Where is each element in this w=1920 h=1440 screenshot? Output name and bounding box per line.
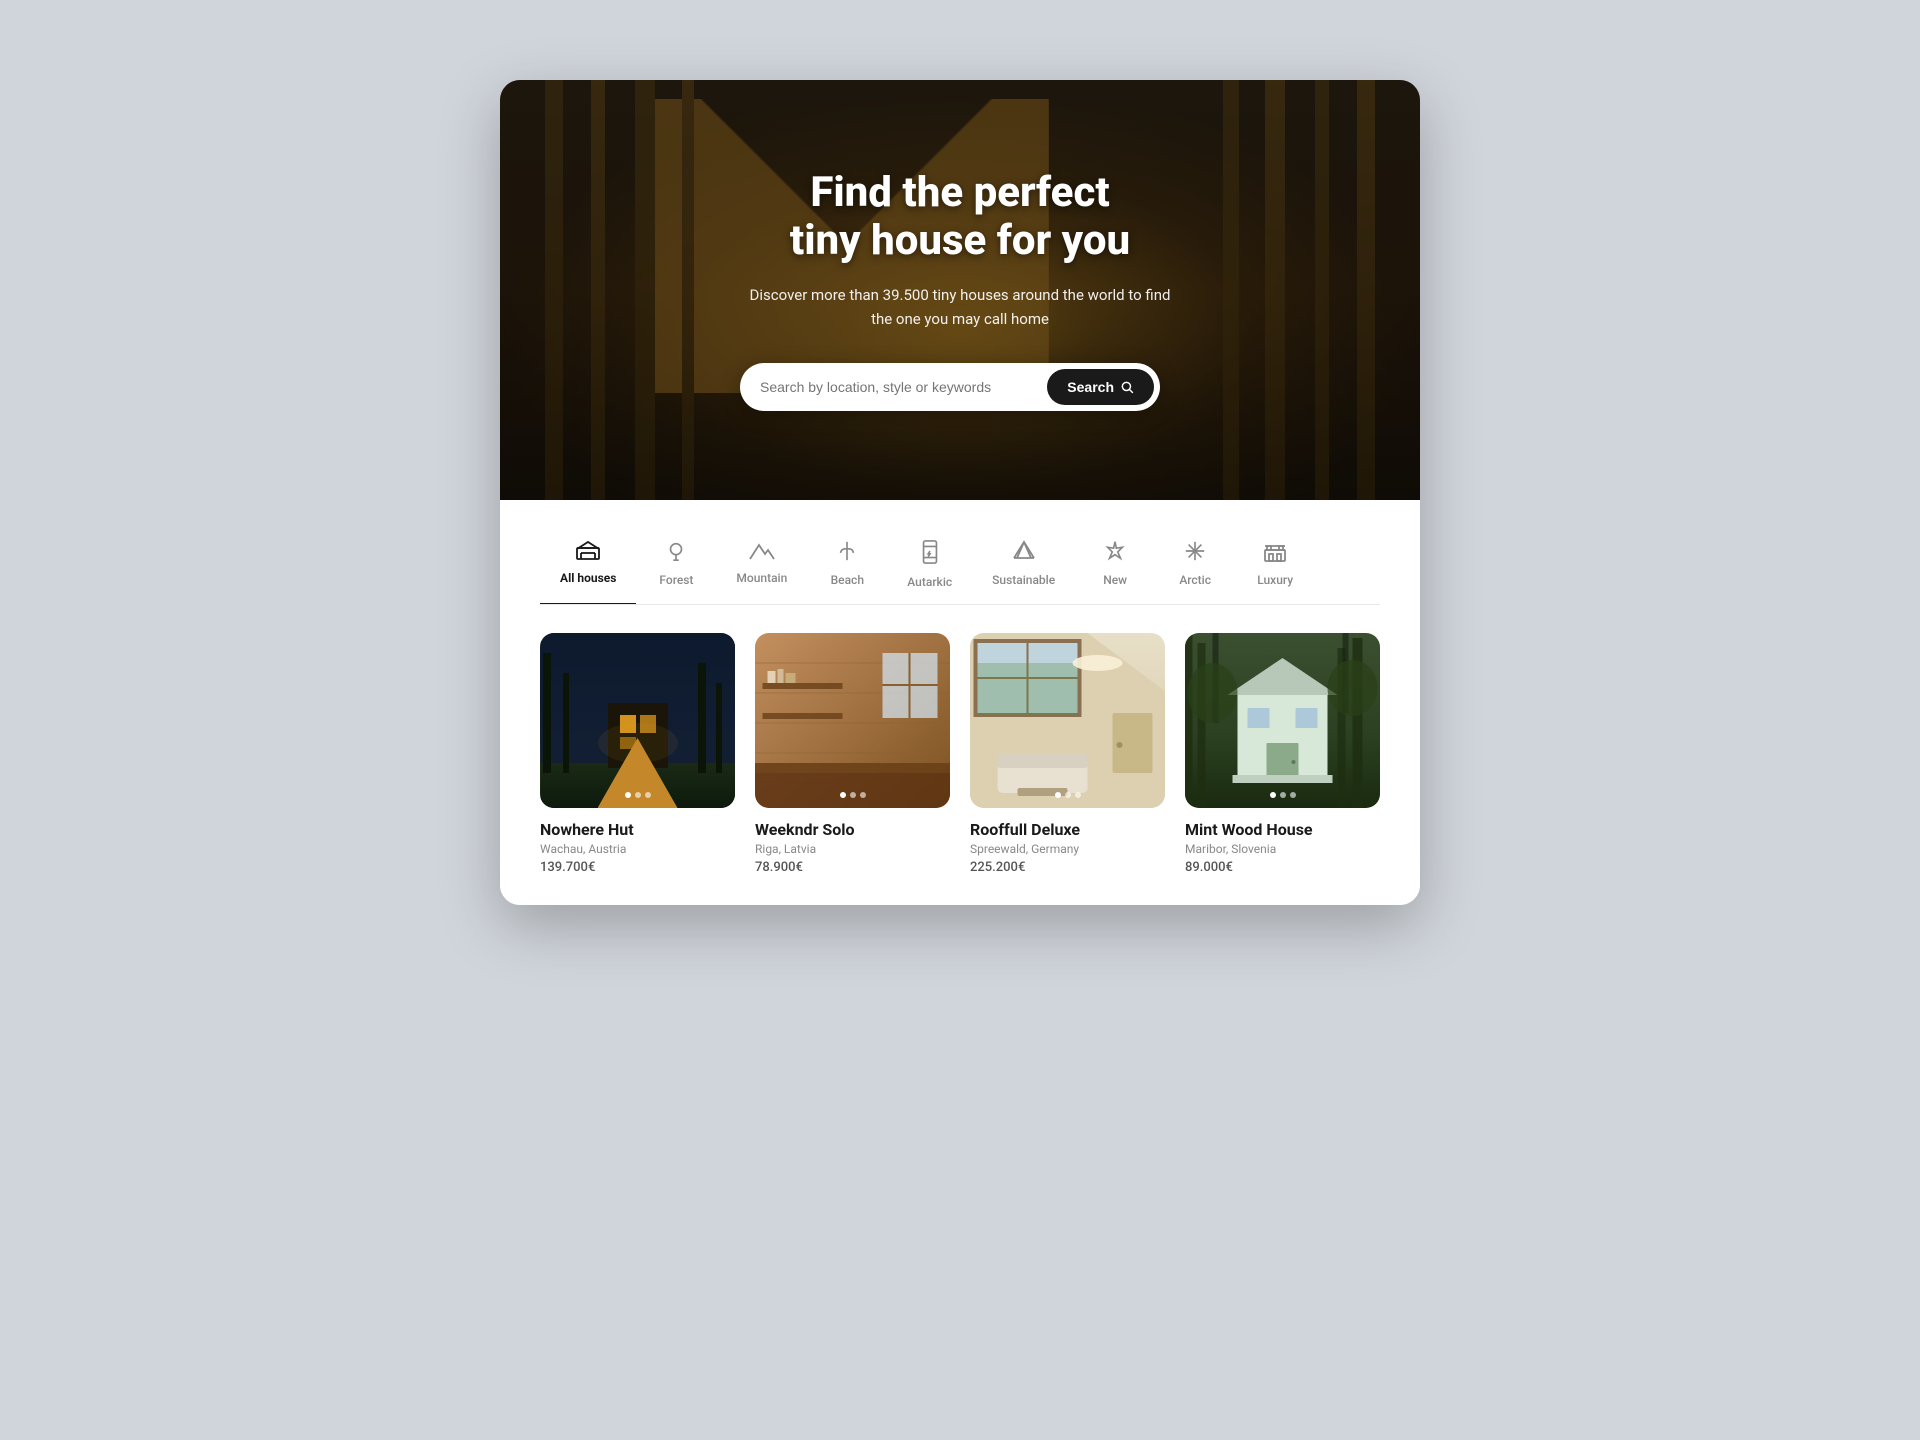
hero-title: Find the perfecttiny house for you [740, 169, 1180, 266]
tab-luxury[interactable]: Luxury [1235, 530, 1315, 605]
tab-label-luxury: Luxury [1257, 573, 1293, 587]
dot [635, 792, 641, 798]
tab-label-all: All houses [560, 571, 616, 585]
dot [1270, 792, 1276, 798]
search-button-label: Search [1067, 379, 1114, 395]
property-price: 89.000€ [1185, 860, 1380, 875]
sustainable-icon [1012, 540, 1036, 567]
dot [1290, 792, 1296, 798]
dot [1075, 792, 1081, 798]
dot [1055, 792, 1061, 798]
tab-label-arctic: Arctic [1179, 573, 1211, 587]
property-image-mint-wood-house [1185, 633, 1380, 808]
beach-icon [836, 540, 858, 567]
hero-section: Find the perfecttiny house for you Disco… [500, 80, 1420, 500]
card-dots-nowhere [625, 792, 651, 798]
forest-icon [664, 540, 688, 567]
dot [645, 792, 651, 798]
property-image-nowhere-hut [540, 633, 735, 808]
property-card-nowhere-hut[interactable]: Nowhere Hut Wachau, Austria 139.700€ [540, 633, 735, 875]
all-houses-icon [576, 540, 600, 565]
property-card-mint-wood-house[interactable]: Mint Wood House Maribor, Slovenia 89.000… [1185, 633, 1380, 875]
card-dots-rooffull [1055, 792, 1081, 798]
autarkic-icon [921, 540, 939, 569]
property-name: Rooffull Deluxe [970, 820, 1165, 839]
tab-beach[interactable]: Beach [807, 530, 887, 605]
tab-label-beach: Beach [831, 573, 864, 587]
property-price: 139.700€ [540, 860, 735, 875]
tab-arctic[interactable]: Arctic [1155, 530, 1235, 605]
content-section: All houses Forest Moun [500, 500, 1420, 905]
tab-label-forest: Forest [659, 573, 693, 587]
search-icon [1120, 380, 1134, 394]
app-container: Find the perfecttiny house for you Disco… [500, 80, 1420, 905]
property-location: Maribor, Slovenia [1185, 842, 1380, 856]
property-card-weekndr-solo[interactable]: Weekndr Solo Riga, Latvia 78.900€ [755, 633, 950, 875]
tab-label-sustainable: Sustainable [992, 573, 1055, 587]
tab-forest[interactable]: Forest [636, 530, 716, 605]
property-location: Wachau, Austria [540, 842, 735, 856]
property-location: Spreewald, Germany [970, 842, 1165, 856]
dot [840, 792, 846, 798]
mountain-icon [749, 540, 775, 565]
tab-label-mountain: Mountain [736, 571, 787, 585]
dot [625, 792, 631, 798]
property-location: Riga, Latvia [755, 842, 950, 856]
hero-content: Find the perfecttiny house for you Disco… [740, 169, 1180, 412]
tab-all-houses[interactable]: All houses [540, 530, 636, 605]
property-name: Nowhere Hut [540, 820, 735, 839]
category-tabs: All houses Forest Moun [540, 530, 1380, 605]
new-icon [1104, 540, 1126, 567]
dot [1065, 792, 1071, 798]
tab-sustainable[interactable]: Sustainable [972, 530, 1075, 605]
search-bar: Search [740, 363, 1160, 411]
property-price: 78.900€ [755, 860, 950, 875]
tab-mountain[interactable]: Mountain [716, 530, 807, 605]
search-button[interactable]: Search [1047, 369, 1154, 405]
dot [860, 792, 866, 798]
dot [1280, 792, 1286, 798]
luxury-icon [1263, 540, 1287, 567]
search-input[interactable] [760, 379, 1047, 395]
hero-subtitle: Discover more than 39.500 tiny houses ar… [740, 283, 1180, 331]
tab-label-autarkic: Autarkic [907, 575, 952, 589]
card-dots-mint [1270, 792, 1296, 798]
property-name: Weekndr Solo [755, 820, 950, 839]
property-price: 225.200€ [970, 860, 1165, 875]
card-dots-weekndr [840, 792, 866, 798]
tab-new[interactable]: New [1075, 530, 1155, 605]
dot [850, 792, 856, 798]
property-image-weekndr-solo [755, 633, 950, 808]
property-card-rooffull-deluxe[interactable]: Rooffull Deluxe Spreewald, Germany 225.2… [970, 633, 1165, 875]
property-image-rooffull-deluxe [970, 633, 1165, 808]
tab-autarkic[interactable]: Autarkic [887, 530, 972, 605]
property-name: Mint Wood House [1185, 820, 1380, 839]
property-grid: Nowhere Hut Wachau, Austria 139.700€ [540, 633, 1380, 875]
tab-label-new: New [1103, 573, 1127, 587]
arctic-icon [1184, 540, 1206, 567]
